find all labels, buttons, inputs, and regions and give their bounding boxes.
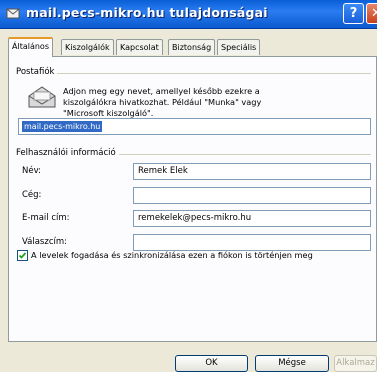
company-input[interactable] <box>133 187 371 204</box>
window-title: mail.pecs-mikro.hu tulajdonságai <box>26 5 268 20</box>
sync-checkbox[interactable] <box>17 250 28 261</box>
cancel-button[interactable]: Mégse <box>255 355 329 372</box>
user-info-heading: Felhasználói információ <box>16 148 119 158</box>
help-button[interactable]: ? <box>343 3 364 24</box>
account-name-input[interactable]: mail.pecs-mikro.hu <box>18 118 371 135</box>
email-label: E-mail cím: <box>22 213 70 223</box>
ok-button[interactable]: OK <box>175 355 248 372</box>
reply-address-label: Válaszcím: <box>22 237 68 247</box>
tab-advanced[interactable]: Speciális <box>217 39 261 55</box>
name-input[interactable]: Remek Elek <box>133 163 371 180</box>
account-description: Adjon meg egy nevet, amellyel később eze… <box>63 86 262 118</box>
company-label: Cég: <box>22 190 42 200</box>
tab-security[interactable]: Biztonság <box>168 39 216 55</box>
tab-connection[interactable]: Kapcsolat <box>116 39 163 55</box>
checkmark-icon <box>18 252 27 259</box>
mail-envelope-icon <box>28 86 56 108</box>
apply-button[interactable]: Alkalmaz <box>334 355 377 372</box>
mail-account-heading: Postafiók <box>16 67 58 77</box>
name-label: Név: <box>22 166 42 176</box>
mail-account-icon <box>6 8 20 19</box>
group-divider-mail <box>18 73 371 74</box>
close-button[interactable]: ✕ <box>366 3 377 24</box>
email-input[interactable]: remekelek@pecs-mikro.hu <box>133 210 371 227</box>
properties-dialog: mail.pecs-mikro.hu tulajdonságai ? ✕ Ált… <box>0 0 377 372</box>
title-bar[interactable]: mail.pecs-mikro.hu tulajdonságai ? ✕ <box>0 0 377 29</box>
tab-servers[interactable]: Kiszolgálók <box>61 39 114 55</box>
sync-checkbox-label: A levelek fogadása és szinkronizálása ez… <box>31 250 313 260</box>
reply-address-input[interactable] <box>133 234 371 251</box>
account-name-selected-text: mail.pecs-mikro.hu <box>22 121 103 132</box>
tab-general[interactable]: Általános <box>8 37 53 57</box>
